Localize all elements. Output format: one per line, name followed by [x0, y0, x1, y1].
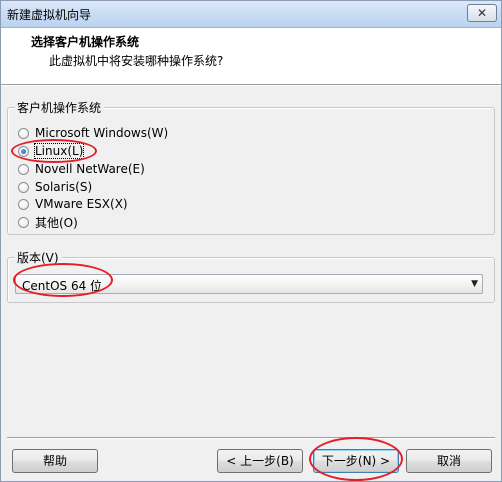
radio-label: Linux(L): [33, 143, 85, 159]
radio-button-icon[interactable]: [18, 127, 29, 139]
radio-label: Novell NetWare(E): [35, 162, 145, 176]
help-button[interactable]: 帮助: [12, 449, 98, 473]
footer-divider: [7, 437, 495, 439]
header-divider: [1, 85, 501, 86]
new-vm-wizard-window: 新建虚拟机向导 ✕ 选择客户机操作系统 此虚拟机中将安装哪种操作系统? 客户机操…: [0, 0, 502, 482]
page-title: 选择客户机操作系统: [31, 35, 140, 49]
radio-solaris[interactable]: Solaris(S): [18, 179, 92, 195]
version-select[interactable]: CentOS 64 位 ▼: [15, 274, 483, 294]
window-title: 新建虚拟机向导: [7, 8, 92, 22]
radio-other[interactable]: 其他(O): [18, 214, 78, 230]
radio-label: VMware ESX(X): [35, 197, 128, 211]
close-button[interactable]: ✕: [467, 4, 497, 22]
radio-vmware-esx[interactable]: VMware ESX(X): [18, 196, 128, 212]
radio-button-icon[interactable]: [18, 198, 29, 210]
title-bar[interactable]: 新建虚拟机向导 ✕: [1, 1, 501, 28]
radio-button-checked-icon[interactable]: [18, 145, 29, 157]
radio-button-icon[interactable]: [18, 181, 29, 193]
cancel-button[interactable]: 取消: [406, 449, 492, 473]
radio-label: Microsoft Windows(W): [35, 126, 169, 140]
close-icon: ✕: [476, 6, 488, 20]
version-selected-value: CentOS 64 位: [22, 279, 103, 293]
wizard-header: 选择客户机操作系统 此虚拟机中将安装哪种操作系统?: [1, 28, 501, 85]
radio-novell-netware[interactable]: Novell NetWare(E): [18, 161, 145, 177]
radio-label: Solaris(S): [35, 180, 93, 194]
chevron-down-icon[interactable]: ▼: [471, 279, 478, 289]
back-button[interactable]: < 上一步(B): [217, 449, 303, 473]
page-subtitle: 此虚拟机中将安装哪种操作系统?: [49, 54, 224, 68]
radio-microsoft-windows[interactable]: Microsoft Windows(W): [18, 125, 168, 141]
radio-button-icon[interactable]: [18, 216, 29, 228]
next-button[interactable]: 下一步(N) >: [313, 449, 399, 473]
guest-os-group-label: 客户机操作系统: [15, 99, 105, 116]
radio-label: 其他(O): [35, 215, 78, 230]
version-group-label: 版本(V): [15, 249, 62, 266]
radio-linux[interactable]: Linux(L): [18, 143, 85, 159]
radio-button-icon[interactable]: [18, 163, 29, 175]
